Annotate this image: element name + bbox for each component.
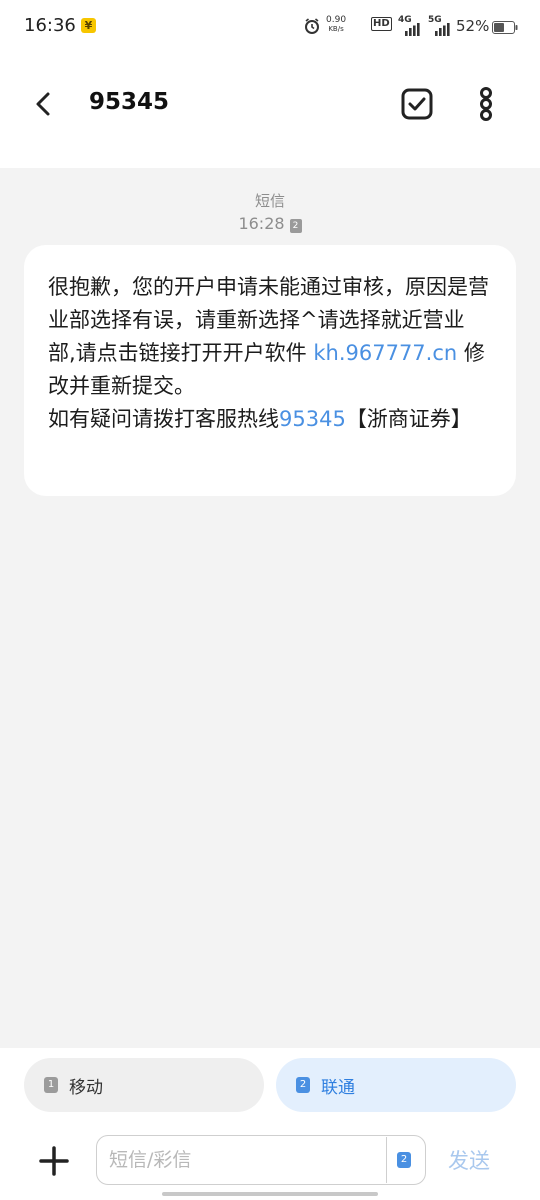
sim-card-badge: 2 xyxy=(289,219,302,233)
more-vertical-icon[interactable] xyxy=(474,86,498,122)
sim2-signal-icon xyxy=(435,23,450,36)
sim1-label: 移动 xyxy=(69,1078,103,1098)
message-input[interactable] xyxy=(96,1135,426,1185)
message-text: 很抱歉，您的开户申请未能通过审核，原因是营业部选择有误，请重新选择^请选择就近营… xyxy=(48,271,492,436)
status-bar: 16:36 ¥ 0.90 KB/s HD 4G 5G 52% xyxy=(0,0,540,56)
sim2-send-button[interactable]: 2 联通 xyxy=(276,1058,516,1112)
sim1-send-button[interactable]: 1 移动 xyxy=(24,1058,264,1112)
home-indicator[interactable] xyxy=(162,1192,378,1196)
sim1-badge: 1 xyxy=(44,1077,58,1093)
wallet-app-icon: ¥ xyxy=(81,18,96,33)
phone-number-link[interactable]: 95345 xyxy=(279,407,346,431)
sim2-badge: 2 xyxy=(296,1077,310,1093)
message-signature: 【浙商证券】 xyxy=(345,407,472,431)
message-link[interactable]: kh.967777.cn xyxy=(313,341,457,365)
send-button[interactable]: 发送 xyxy=(448,1145,490,1175)
network-speed: 0.90 KB/s xyxy=(326,16,346,34)
conversation-header: 95345 xyxy=(0,56,540,168)
hd-voice-badge: HD xyxy=(371,17,392,31)
message-text-part: 如有疑问请拨打客服热线 xyxy=(48,407,279,431)
status-time: 16:36 xyxy=(24,15,76,36)
checkbox-select-icon[interactable] xyxy=(400,87,434,121)
message-bubble[interactable]: 很抱歉，您的开户申请未能通过审核，原因是营业部选择有误，请重新选择^请选择就近营… xyxy=(24,245,516,496)
alarm-icon xyxy=(305,18,319,34)
message-list[interactable]: 短信 16:28 2 很抱歉，您的开户申请未能通过审核，原因是营业部选择有误，请重… xyxy=(0,168,540,1048)
sim2-label: 联通 xyxy=(321,1078,355,1098)
contact-title: 95345 xyxy=(89,89,170,115)
back-arrow-icon[interactable] xyxy=(30,90,58,118)
status-indicators: 0.90 KB/s HD 4G 5G 52% xyxy=(304,14,518,40)
net-speed-value: 0.90 xyxy=(326,15,347,25)
message-timestamp-row: 16:28 2 xyxy=(0,214,540,233)
battery-percent: 52% xyxy=(456,17,490,35)
battery-icon xyxy=(492,21,518,34)
input-divider xyxy=(386,1137,387,1183)
hd-label: HD xyxy=(373,18,390,29)
net-speed-unit: KB/s xyxy=(328,25,344,33)
plus-icon[interactable] xyxy=(38,1145,70,1177)
sim-switch-icon[interactable]: 2 xyxy=(397,1152,411,1168)
composer-row: 2 发送 xyxy=(0,1135,540,1187)
sim1-signal-icon xyxy=(405,23,420,36)
message-type-label: 短信 xyxy=(254,192,285,210)
message-timestamp: 16:28 xyxy=(238,214,285,233)
